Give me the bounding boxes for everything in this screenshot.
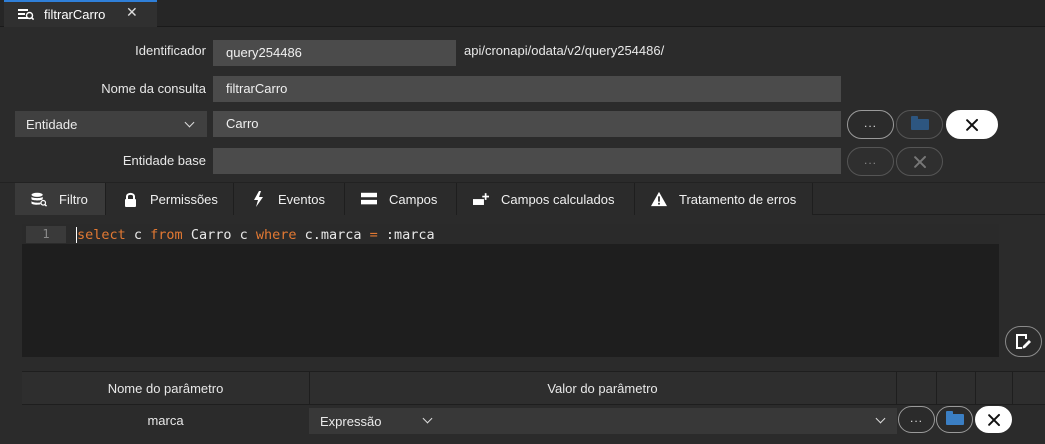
entidade-base-label: Entidade base — [122, 153, 206, 168]
tab-eventos-label: Eventos — [278, 191, 325, 207]
entidade-field[interactable]: Carro — [213, 111, 841, 137]
tab-campos-calculados[interactable]: Campos calculados — [457, 183, 635, 215]
editor-body[interactable] — [72, 244, 999, 357]
tab-campos-label: Campos — [389, 191, 438, 207]
code-token: :marca — [377, 227, 435, 243]
code-keyword: from — [150, 227, 183, 243]
tab-campos[interactable]: Campos — [345, 183, 457, 215]
query-editor[interactable]: 1 select c from Carro c where c.marca = … — [22, 224, 999, 357]
nome-consulta-label: Nome da consulta — [101, 81, 206, 96]
database-search-icon — [31, 191, 47, 207]
entidade-select[interactable]: Entidade — [15, 111, 207, 137]
chevron-down-icon — [184, 117, 195, 128]
document-tab-filtrarCarro[interactable]: filtrarCarro ✕ — [4, 0, 157, 27]
nome-consulta-field[interactable]: filtrarCarro — [213, 76, 841, 102]
ellipsis-icon: ... — [863, 115, 877, 130]
grid-header: Nome do parâmetro Valor do parâmetro — [22, 372, 1045, 405]
identificador-label: Identificador — [135, 43, 206, 58]
param-value-type: Expressão — [320, 413, 382, 429]
code-keyword: where — [255, 227, 297, 243]
ellipsis-icon: ... — [909, 410, 923, 425]
entidade-base-browse-button[interactable]: ... — [847, 147, 894, 176]
document-tabstrip: filtrarCarro ✕ — [0, 0, 1045, 27]
entidade-base-field[interactable] — [213, 148, 841, 174]
entidade-open-button[interactable] — [896, 110, 943, 139]
add-field-icon — [473, 191, 489, 207]
param-clear-button[interactable] — [975, 406, 1012, 433]
document-tab-label: filtrarCarro — [44, 7, 106, 22]
folder-icon — [910, 116, 929, 130]
section-tabs: Filtro Permissões Eventos Campos Campos … — [0, 182, 1045, 215]
folder-icon — [945, 411, 964, 425]
table-row: marca Expressão ... — [22, 406, 1045, 444]
lock-icon — [122, 191, 138, 207]
tab-tratamento-erros-label: Tratamento de erros — [679, 191, 797, 207]
chevron-down-icon — [875, 413, 886, 424]
tab-permissoes[interactable]: Permissões — [106, 183, 234, 215]
edit-expression-button[interactable] — [1005, 326, 1042, 357]
close-icon — [987, 413, 1001, 427]
endpoint-url: api/cronapi/odata/v2/query254486/ — [464, 43, 665, 58]
tab-tratamento-erros[interactable]: Tratamento de erros — [635, 183, 813, 215]
warning-icon — [651, 191, 667, 207]
lightning-icon — [250, 191, 266, 207]
close-tab-icon[interactable]: ✕ — [126, 4, 138, 21]
entidade-browse-button[interactable]: ... — [847, 110, 894, 139]
entidade-base-clear-button[interactable] — [896, 147, 943, 176]
code-token: Carro c — [182, 227, 256, 243]
tab-filtro-label: Filtro — [59, 191, 88, 207]
fields-icon — [361, 191, 377, 207]
identificador-field[interactable]: query254486 — [213, 40, 456, 66]
chevron-down-icon — [422, 413, 433, 424]
col-nome-parametro: Nome do parâmetro — [107, 381, 224, 396]
edit-icon — [1015, 333, 1032, 350]
entidade-clear-button[interactable] — [946, 110, 998, 139]
tab-permissoes-label: Permissões — [150, 191, 218, 207]
close-icon — [965, 118, 979, 132]
close-icon — [913, 155, 927, 169]
entidade-select-label: Entidade — [26, 116, 78, 132]
query-code: select c from Carro c where c.marca = :m… — [77, 227, 435, 243]
code-token: c — [125, 227, 151, 243]
code-operator: = — [369, 227, 378, 243]
code-keyword: select — [77, 227, 126, 243]
tab-eventos[interactable]: Eventos — [234, 183, 345, 215]
col-valor-parametro: Valor do parâmetro — [547, 381, 658, 396]
param-value-select[interactable]: Expressão — [309, 408, 897, 434]
line-number: 1 — [26, 226, 66, 243]
param-open-button[interactable] — [936, 406, 973, 433]
param-browse-button[interactable]: ... — [898, 406, 935, 433]
code-token: c.marca — [296, 227, 370, 243]
tab-campos-calculados-label: Campos calculados — [501, 191, 615, 207]
ellipsis-icon: ... — [863, 152, 877, 167]
tab-filtro[interactable]: Filtro — [15, 183, 106, 215]
parameters-grid: Nome do parâmetro Valor do parâmetro mar… — [22, 371, 1045, 444]
param-name: marca — [147, 413, 184, 428]
query-icon — [18, 8, 34, 21]
